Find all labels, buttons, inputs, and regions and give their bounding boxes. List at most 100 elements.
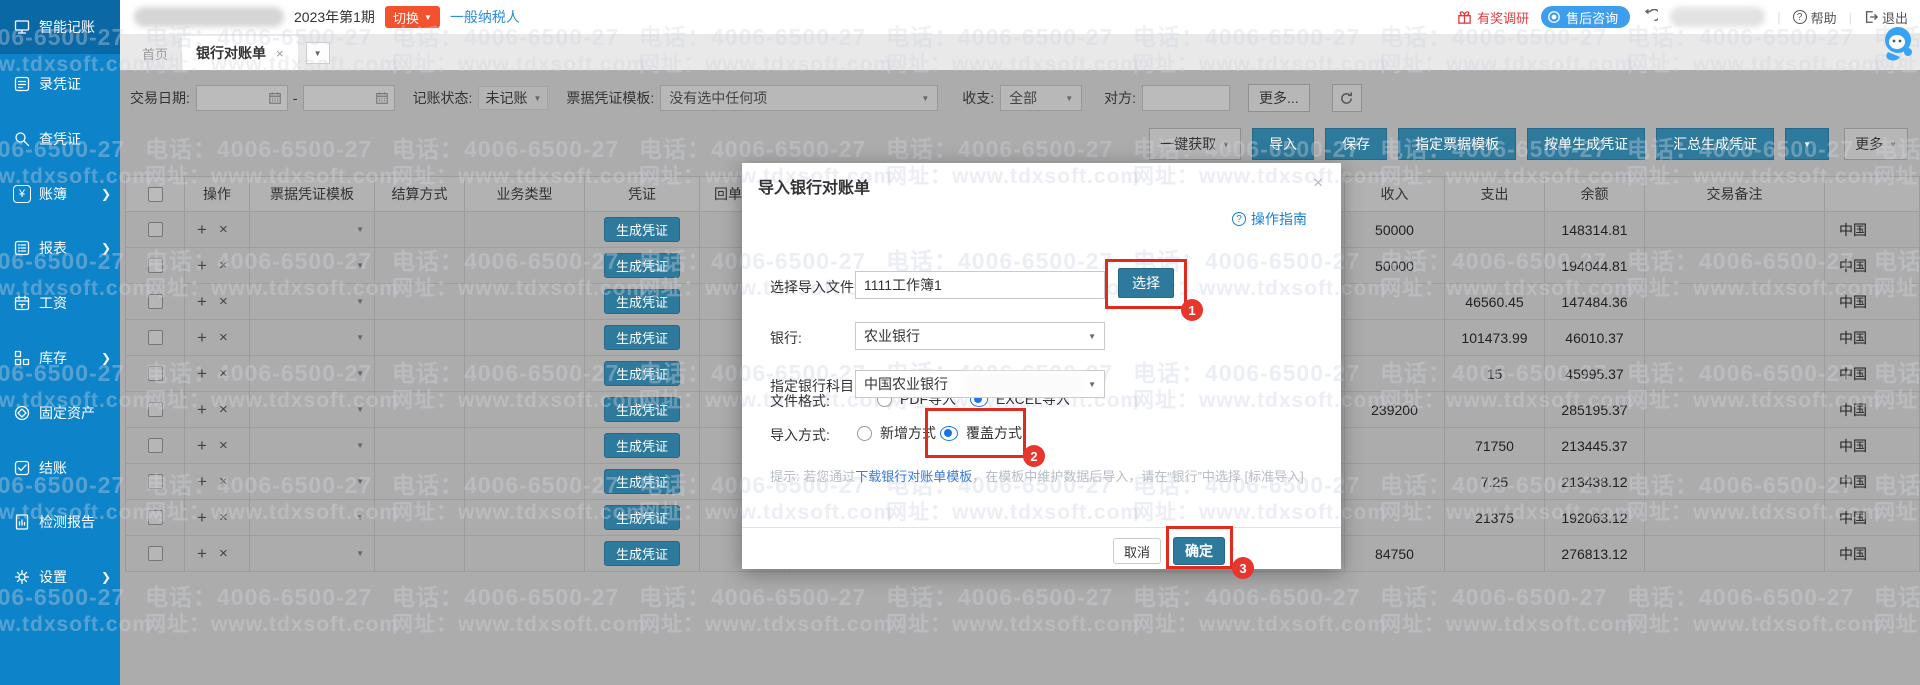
row-checkbox[interactable] — [148, 222, 163, 237]
add-row-icon[interactable]: + — [197, 292, 207, 312]
status-select[interactable]: 未记账▼ — [478, 86, 548, 110]
tab-list-dropdown[interactable]: ▼ — [306, 42, 330, 64]
sidebar-item-fixed-assets[interactable]: 固定资产 — [0, 386, 120, 440]
chevron-down-icon[interactable]: ▼ — [356, 297, 364, 306]
template-select[interactable]: 没有选中任何项▼ — [660, 85, 938, 111]
more-actions-button[interactable]: 更多▼ — [1844, 128, 1908, 160]
generate-voucher-button[interactable]: 生成凭证 — [604, 433, 680, 458]
generate-voucher-button[interactable]: 生成凭证 — [604, 469, 680, 494]
chevron-down-icon[interactable]: ▼ — [356, 513, 364, 522]
sidebar-item-closing[interactable]: 结账 — [0, 441, 120, 495]
delete-row-icon[interactable]: × — [219, 509, 228, 526]
download-template-link[interactable]: 下载银行对账单模板 — [855, 469, 972, 484]
delete-row-icon[interactable]: × — [219, 293, 228, 310]
taxpayer-type-link[interactable]: 一般纳税人 — [450, 7, 520, 27]
generate-voucher-button[interactable]: 生成凭证 — [604, 325, 680, 350]
mascot-icon[interactable] — [1876, 22, 1918, 69]
cancel-button[interactable]: 取消 — [1113, 538, 1161, 564]
row-checkbox[interactable] — [148, 510, 163, 525]
append-mode-option[interactable]: 新增方式 — [857, 423, 936, 443]
radio-selected-icon[interactable] — [940, 426, 958, 441]
generate-voucher-button[interactable]: 生成凭证 — [604, 253, 680, 278]
chevron-down-icon[interactable]: ▼ — [356, 333, 364, 342]
sidebar-item-ledger[interactable]: ¥账簿❯ — [0, 167, 120, 221]
add-row-icon[interactable]: + — [197, 364, 207, 384]
generate-voucher-button[interactable]: 生成凭证 — [604, 505, 680, 530]
select-all-checkbox[interactable] — [148, 187, 163, 202]
delete-row-icon[interactable]: × — [219, 545, 228, 562]
chevron-down-icon[interactable]: ▼ — [356, 441, 364, 450]
tab-home[interactable]: 首页 — [128, 36, 182, 70]
date-from-input[interactable] — [196, 85, 288, 111]
add-row-icon[interactable]: + — [197, 508, 207, 528]
chevron-down-icon[interactable]: ▼ — [356, 369, 364, 378]
import-file-input[interactable]: 1111工作簿1 — [855, 271, 1105, 299]
sidebar-item-voucher-entry[interactable]: 录凭证 — [0, 57, 120, 111]
close-icon[interactable]: × — [276, 46, 284, 61]
row-checkbox[interactable] — [148, 294, 163, 309]
survey-link[interactable]: 有奖调研 — [1457, 8, 1529, 27]
generate-voucher-button[interactable]: 生成凭证 — [604, 397, 680, 422]
sidebar-item-report[interactable]: 报表❯ — [0, 221, 120, 275]
generate-voucher-button[interactable]: 生成凭证 — [604, 289, 680, 314]
delete-row-icon[interactable]: × — [219, 365, 228, 382]
sidebar-item-search-voucher[interactable]: 查凭证 — [0, 112, 120, 166]
delete-row-icon[interactable]: × — [219, 473, 228, 490]
sidebar-item-smart-accounting[interactable]: 智能记账 — [0, 0, 120, 54]
delete-row-icon[interactable]: × — [219, 221, 228, 238]
delete-row-icon[interactable]: × — [219, 401, 228, 418]
overwrite-mode-option[interactable]: 覆盖方式 — [940, 423, 1022, 443]
tab-bank-statement[interactable]: 银行对账单 × — [182, 36, 298, 70]
party-input[interactable] — [1142, 85, 1230, 111]
import-button[interactable]: 导入 — [1252, 128, 1314, 160]
generate-voucher-button[interactable]: 生成凭证 — [604, 217, 680, 242]
radio-unselected-icon[interactable] — [857, 426, 872, 441]
row-checkbox[interactable] — [148, 402, 163, 417]
add-row-icon[interactable]: + — [197, 544, 207, 564]
quick-get-button[interactable]: 一键获取▼ — [1149, 128, 1241, 160]
row-checkbox[interactable] — [148, 258, 163, 273]
row-checkbox[interactable] — [148, 474, 163, 489]
refresh-button[interactable] — [1332, 84, 1362, 112]
more-filters-button[interactable]: 更多... — [1248, 84, 1310, 112]
add-row-icon[interactable]: + — [197, 436, 207, 456]
delete-row-icon[interactable]: × — [219, 437, 228, 454]
add-row-icon[interactable]: + — [197, 328, 207, 348]
row-checkbox[interactable] — [148, 546, 163, 561]
chevron-down-icon[interactable]: ▼ — [356, 405, 364, 414]
bank-select[interactable]: 农业银行▼ — [855, 322, 1105, 350]
add-row-icon[interactable]: + — [197, 400, 207, 420]
row-checkbox[interactable] — [148, 330, 163, 345]
choose-file-button[interactable]: 选择 — [1118, 268, 1174, 298]
add-row-icon[interactable]: + — [197, 220, 207, 240]
support-button[interactable]: 售后咨询 — [1541, 6, 1630, 28]
generate-by-doc-button[interactable]: 按单生成凭证 — [1527, 128, 1645, 160]
delete-row-icon[interactable]: × — [219, 329, 228, 346]
operation-guide-link[interactable]: ? 操作指南 — [1232, 209, 1307, 229]
help-link[interactable]: ? 帮助 — [1793, 8, 1837, 27]
generate-summary-button[interactable]: 汇总生成凭证 — [1656, 128, 1774, 160]
add-row-icon[interactable]: + — [197, 256, 207, 276]
assign-template-button[interactable]: 指定票据模板 — [1398, 128, 1516, 160]
chevron-down-icon[interactable]: ▼ — [356, 225, 364, 234]
delete-row-icon[interactable]: × — [219, 257, 228, 274]
generate-voucher-button[interactable]: 生成凭证 — [604, 541, 680, 566]
sidebar-item-inventory[interactable]: 库存❯ — [0, 331, 120, 385]
switch-period-button[interactable]: 切换▼ — [385, 6, 440, 28]
generate-voucher-button[interactable]: 生成凭证 — [604, 361, 680, 386]
sidebar-item-salary[interactable]: 工资 — [0, 276, 120, 330]
chevron-down-icon[interactable]: ▼ — [356, 477, 364, 486]
sidebar-item-settings[interactable]: 设置❯ — [0, 550, 120, 604]
close-icon[interactable]: × — [1313, 173, 1323, 193]
chevron-down-icon[interactable]: ▼ — [356, 261, 364, 270]
add-row-icon[interactable]: + — [197, 472, 207, 492]
row-checkbox[interactable] — [148, 366, 163, 381]
generate-dropdown-button[interactable]: ▼ — [1785, 128, 1829, 160]
date-to-input[interactable] — [303, 85, 395, 111]
row-checkbox[interactable] — [148, 438, 163, 453]
undo-icon[interactable] — [1642, 9, 1658, 25]
save-button[interactable]: 保存 — [1325, 128, 1387, 160]
confirm-button[interactable]: 确定 — [1173, 537, 1225, 565]
sidebar-item-report-check[interactable]: 检测报告 — [0, 495, 120, 549]
chevron-down-icon[interactable]: ▼ — [356, 549, 364, 558]
